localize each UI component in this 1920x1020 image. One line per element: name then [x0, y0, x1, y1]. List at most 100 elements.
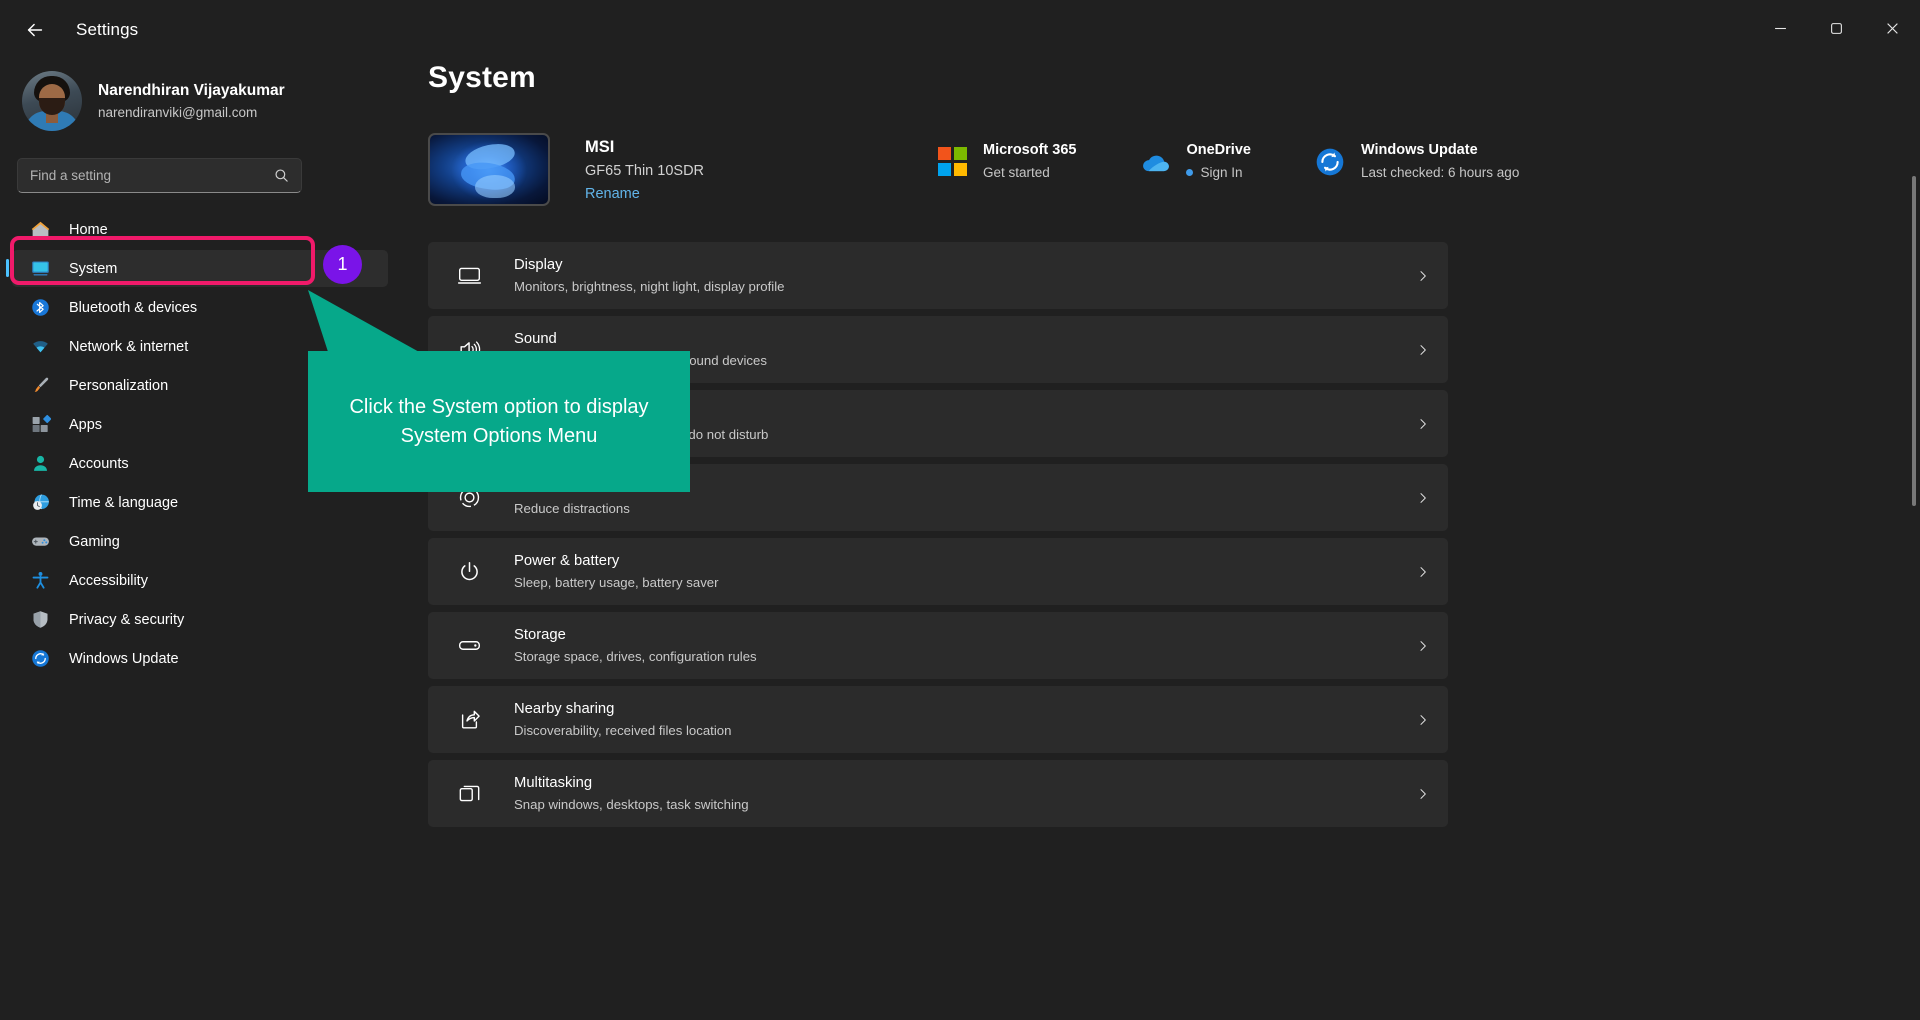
window-controls	[1752, 0, 1920, 56]
close-button[interactable]	[1864, 0, 1920, 56]
main-content: System MSI GF65 Thin 10SDR Rename Micros…	[400, 56, 1920, 1020]
gamepad-icon	[28, 530, 52, 554]
home-icon	[28, 218, 52, 242]
power-icon	[454, 557, 484, 587]
system-icon	[28, 257, 52, 281]
title-bar: Settings	[0, 0, 1920, 60]
minimize-button[interactable]	[1752, 0, 1808, 56]
scrollbar-thumb[interactable]	[1912, 176, 1916, 506]
sidebar-item-gaming[interactable]: Gaming	[12, 523, 388, 560]
settings-row-subtitle: Discoverability, received files location	[514, 723, 732, 738]
chevron-right-icon[interactable]	[1416, 639, 1430, 653]
settings-row-title: Multitasking	[514, 775, 593, 791]
status-card-subtitle: Get started	[983, 163, 1076, 182]
settings-row-subtitle: Snap windows, desktops, task switching	[514, 797, 749, 812]
windows-update-icon	[1313, 145, 1347, 179]
sidebar-item-label: Network & internet	[69, 338, 189, 355]
status-card-subtitle: Last checked: 6 hours ago	[1361, 163, 1519, 182]
status-card-windows-update[interactable]: Windows Update Last checked: 6 hours ago	[1313, 141, 1519, 182]
sidebar-item-label: Personalization	[69, 377, 169, 394]
network-icon	[28, 335, 52, 359]
chevron-right-icon[interactable]	[1416, 787, 1430, 801]
chevron-right-icon[interactable]	[1416, 343, 1430, 357]
status-card-title: Microsoft 365	[983, 142, 1077, 158]
paintbrush-icon	[28, 374, 52, 398]
status-card-title: OneDrive	[1186, 142, 1251, 158]
settings-row-storage[interactable]: Storage Storage space, drives, configurat…	[428, 612, 1448, 679]
back-button[interactable]	[12, 11, 58, 49]
settings-row-nearby-sharing[interactable]: Nearby sharing Discoverability, received …	[428, 686, 1448, 753]
sidebar-item-label: Accounts	[69, 455, 129, 472]
settings-row-power-battery[interactable]: Power & battery Sleep, battery usage, bat…	[428, 538, 1448, 605]
monitor-icon	[454, 261, 484, 291]
sidebar-item-label: Accessibility	[69, 572, 148, 589]
user-profile[interactable]: Narendhiran Vijayakumar narendiranviki@g…	[0, 56, 400, 142]
rename-link[interactable]: Rename	[585, 183, 704, 205]
status-card-subtitle-text: Get started	[983, 165, 1050, 180]
device-name: MSI	[585, 138, 615, 156]
share-icon	[454, 705, 484, 735]
sidebar-item-label: Gaming	[69, 533, 120, 550]
status-card-onedrive[interactable]: OneDrive Sign In	[1138, 141, 1251, 182]
page-title: System	[428, 61, 536, 94]
search-input[interactable]	[30, 168, 274, 183]
profile-name: Narendhiran Vijayakumar	[98, 81, 285, 99]
chevron-right-icon[interactable]	[1416, 713, 1430, 727]
callout-text: Click the System option to display Syste…	[349, 395, 649, 447]
status-cards: Microsoft 365 Get started OneDrive Sign In W…	[935, 141, 1581, 182]
sidebar-item-label: Home	[69, 221, 108, 238]
settings-row-title: Storage	[514, 627, 566, 643]
multitasking-icon	[454, 779, 484, 809]
profile-email: narendiranviki@gmail.com	[98, 104, 258, 120]
settings-row-subtitle: Reduce distractions	[514, 501, 630, 516]
settings-row-display[interactable]: Display Monitors, brightness, night light…	[428, 242, 1448, 309]
maximize-button[interactable]	[1808, 0, 1864, 56]
sidebar-item-accessibility[interactable]: Accessibility	[12, 562, 388, 599]
callout-box: Click the System option to display Syste…	[308, 351, 690, 492]
microsoft-365-icon	[935, 145, 969, 179]
shield-icon	[28, 608, 52, 632]
apps-icon	[28, 413, 52, 437]
sidebar-item-windows-update[interactable]: Windows Update	[12, 640, 388, 677]
settings-row-title: Power & battery	[514, 553, 620, 569]
onedrive-icon	[1138, 145, 1172, 179]
step-badge-1: 1	[323, 245, 362, 284]
avatar	[22, 71, 82, 131]
settings-row-title: Nearby sharing	[514, 701, 615, 717]
settings-window: Settings Narendhiran Vijayakumar narendi…	[0, 0, 1920, 1020]
settings-row-subtitle: Monitors, brightness, night light, displ…	[514, 279, 785, 294]
status-card-subtitle-text: Last checked: 6 hours ago	[1360, 165, 1520, 180]
sidebar-item-label: Bluetooth & devices	[69, 299, 198, 316]
settings-row-subtitle: Sleep, battery usage, battery saver	[514, 575, 719, 590]
app-title: Settings	[76, 20, 139, 39]
sidebar-item-label: Apps	[69, 416, 103, 433]
status-dot	[1186, 169, 1194, 176]
accounts-icon	[28, 452, 52, 476]
sidebar-item-privacy-security[interactable]: Privacy & security	[12, 601, 388, 638]
settings-row-multitasking[interactable]: Multitasking Snap windows, desktops, task…	[428, 760, 1448, 827]
storage-icon	[454, 631, 484, 661]
device-wallpaper-thumb	[428, 133, 550, 206]
settings-list: Display Monitors, brightness, night light…	[428, 242, 1448, 834]
chevron-right-icon[interactable]	[1416, 417, 1430, 431]
sidebar-item-label: Time & language	[69, 494, 179, 511]
accessibility-icon	[28, 569, 52, 593]
sidebar-item-home[interactable]: Home	[12, 211, 388, 248]
settings-row-subtitle: Storage space, drives, configuration rul…	[514, 649, 757, 664]
scrollbar[interactable]	[1911, 176, 1917, 936]
settings-row-title: Display	[514, 257, 563, 273]
search-box[interactable]	[17, 158, 302, 193]
status-card-subtitle: Sign In	[1186, 163, 1250, 182]
status-card-microsoft-365[interactable]: Microsoft 365 Get started	[935, 141, 1076, 182]
sidebar-item-label: System	[69, 260, 118, 277]
sidebar-item-label: Privacy & security	[69, 611, 185, 628]
chevron-right-icon[interactable]	[1416, 269, 1430, 283]
windows-update-icon	[28, 647, 52, 671]
search-icon[interactable]	[274, 168, 289, 183]
chevron-right-icon[interactable]	[1416, 491, 1430, 505]
sidebar-item-label: Windows Update	[69, 650, 179, 667]
time-language-icon	[28, 491, 52, 515]
status-card-title: Windows Update	[1360, 142, 1478, 158]
status-card-subtitle-text: Sign In	[1200, 165, 1243, 180]
chevron-right-icon[interactable]	[1416, 565, 1430, 579]
